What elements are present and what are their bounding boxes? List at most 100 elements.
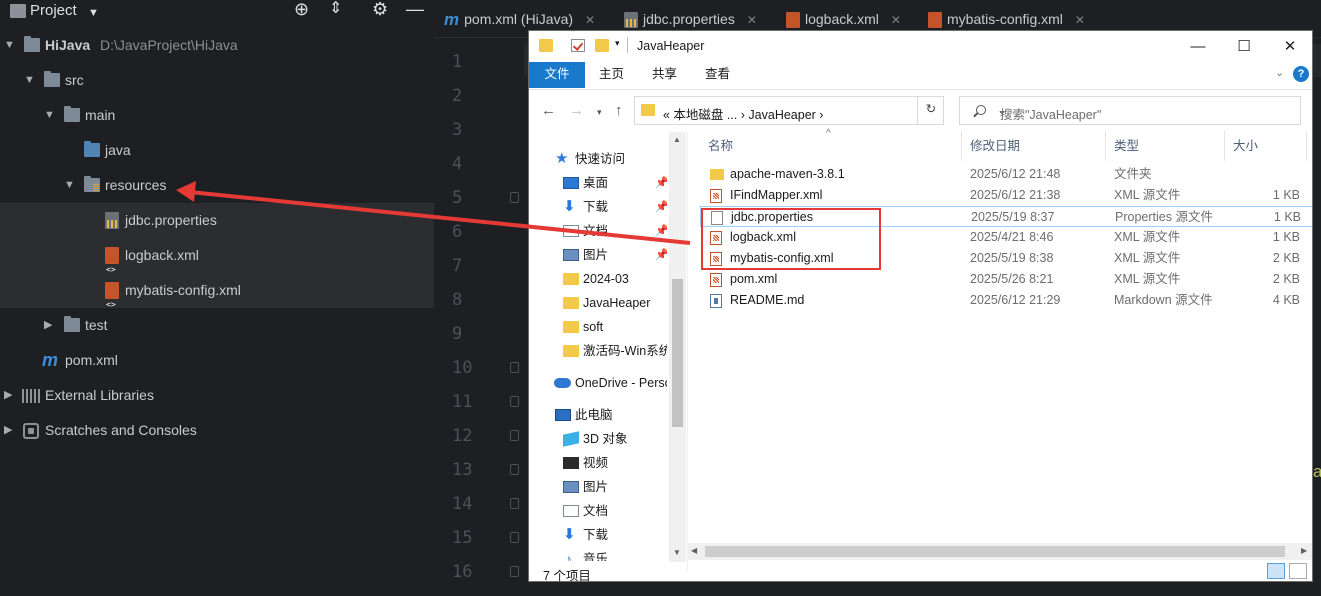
tree-item-mybatis-config-xml[interactable]: mybatis-config.xml	[0, 273, 434, 322]
nav-item-desktop[interactable]: 桌面 📌	[529, 171, 667, 195]
gear-icon[interactable]: ⚙	[372, 0, 388, 18]
pin-icon[interactable]: 📌	[655, 243, 667, 267]
horizontal-scroll-thumb[interactable]	[705, 546, 1285, 557]
search-box[interactable]: 搜索"JavaHeaper"	[959, 96, 1301, 125]
forward-arrow-icon[interactable]: →	[569, 102, 584, 119]
pin-icon[interactable]: 📌	[655, 171, 667, 195]
file-row[interactable]: mybatis-config.xml 2025/5/19 8:38 XML 源文…	[700, 248, 1312, 269]
close-icon[interactable]: ✕	[891, 13, 901, 27]
refresh-icon[interactable]: ↻	[917, 96, 944, 125]
nav-item-quick-access[interactable]: ★ 快速访问	[529, 147, 667, 171]
chevron-down-icon[interactable]: ▼	[24, 63, 36, 98]
properties-icon[interactable]	[571, 39, 585, 52]
column-header-name[interactable]: 名称	[700, 131, 962, 161]
file-row[interactable]: apache-maven-3.8.1 2025/6/12 21:48 文件夹	[700, 164, 1312, 185]
collapse-all-icon[interactable]: ⇕	[329, 0, 342, 18]
file-row[interactable]: logback.xml 2025/4/21 8:46 XML 源文件 1 KB	[700, 227, 1312, 248]
maximize-button[interactable]: ☐	[1221, 31, 1267, 62]
file-row[interactable]: IFindMapper.xml 2025/6/12 21:38 XML 源文件 …	[700, 185, 1312, 206]
horizontal-scrollbar[interactable]: ◀ ▶	[687, 543, 1312, 560]
close-icon[interactable]: ✕	[747, 13, 757, 27]
chevron-down-icon[interactable]: ▼	[64, 168, 76, 203]
nav-item-3d-objects[interactable]: 3D 对象	[529, 427, 667, 451]
fold-marker-icon[interactable]	[510, 430, 519, 441]
nav-item-onedrive[interactable]: OneDrive - Perso	[529, 371, 667, 395]
tab-share[interactable]: 共享	[638, 62, 691, 88]
tree-item-pom-xml[interactable]: m pom.xml	[0, 343, 434, 378]
scroll-left-icon[interactable]: ◀	[691, 546, 697, 555]
fold-marker-icon[interactable]	[510, 566, 519, 577]
nav-item-videos[interactable]: 视频	[529, 451, 667, 475]
chevron-down-icon[interactable]: ▼	[88, 4, 99, 22]
chevron-right-icon[interactable]: ▶	[4, 378, 16, 413]
fold-marker-icon[interactable]	[510, 498, 519, 509]
back-arrow-icon[interactable]: ←	[541, 102, 556, 119]
nav-item-this-pc[interactable]: 此电脑	[529, 403, 667, 427]
nav-item-documents-pc[interactable]: 文档	[529, 499, 667, 523]
nav-item-soft[interactable]: soft	[529, 315, 667, 339]
tree-item-logback-xml[interactable]: logback.xml	[0, 238, 434, 287]
nav-item-pictures[interactable]: 图片 📌	[529, 243, 667, 267]
nav-item-2024-03[interactable]: 2024-03	[529, 267, 667, 291]
search-input[interactable]: 搜索"JavaHeaper"	[1000, 104, 1101, 123]
large-icons-view-icon[interactable]	[1289, 563, 1307, 579]
navigation-scroll-thumb[interactable]	[672, 279, 683, 427]
tab-file[interactable]: 文件	[529, 62, 585, 88]
fold-marker-icon[interactable]	[510, 532, 519, 543]
column-header-type[interactable]: 类型	[1106, 131, 1225, 161]
recent-locations-icon[interactable]: ▾	[597, 107, 602, 118]
nav-item-pictures-pc[interactable]: 图片	[529, 475, 667, 499]
fold-marker-icon[interactable]	[510, 362, 519, 373]
nav-item-javaheaper[interactable]: JavaHeaper	[529, 291, 667, 315]
tab-home[interactable]: 主页	[585, 62, 638, 88]
tree-item-java[interactable]: java	[0, 133, 434, 168]
chevron-right-icon[interactable]: ▶	[44, 308, 56, 343]
pin-icon[interactable]: 📌	[655, 219, 667, 243]
tree-item-scratches[interactable]: ▶ Scratches and Consoles	[0, 413, 434, 448]
locate-icon[interactable]: ⊕	[294, 0, 309, 18]
close-icon[interactable]: ✕	[1075, 13, 1085, 27]
minimize-button[interactable]: —	[1175, 31, 1221, 62]
fold-marker-icon[interactable]	[510, 396, 519, 407]
tree-item-test[interactable]: ▶ test	[0, 308, 434, 343]
close-button[interactable]: ✕	[1267, 31, 1312, 62]
tree-item-jdbc-properties[interactable]: jdbc.properties	[0, 203, 434, 238]
chevron-down-icon[interactable]: ▾	[615, 38, 620, 49]
nav-item-music[interactable]: ♪ 音乐	[529, 547, 667, 561]
nav-item-downloads[interactable]: ⬇ 下载 📌	[529, 195, 667, 219]
xml-file-icon	[710, 273, 722, 287]
pin-icon[interactable]: 📌	[655, 195, 667, 219]
tree-item-external-libraries[interactable]: ▶ External Libraries	[0, 378, 434, 413]
project-panel-title[interactable]: Project	[30, 2, 77, 20]
chevron-right-icon[interactable]: ▶	[4, 413, 16, 448]
close-icon[interactable]: ✕	[585, 13, 595, 27]
up-arrow-icon[interactable]: ↑	[615, 102, 623, 119]
tree-item-resources[interactable]: ▼ resources	[0, 168, 434, 203]
tree-item-src[interactable]: ▼ src	[0, 63, 434, 98]
fold-marker-icon[interactable]	[510, 464, 519, 475]
details-view-icon[interactable]	[1267, 563, 1285, 579]
chevron-down-icon[interactable]: ▼	[44, 98, 56, 133]
file-row[interactable]: pom.xml 2025/5/26 8:21 XML 源文件 2 KB	[700, 269, 1312, 290]
scroll-up-icon[interactable]: ▲	[673, 135, 681, 144]
nav-item-downloads-pc[interactable]: ⬇ 下载	[529, 523, 667, 547]
column-header-date[interactable]: 修改日期	[962, 131, 1106, 161]
file-row[interactable]: jdbc.properties 2025/5/19 8:37 Propertie…	[700, 206, 1312, 227]
tree-item-hijava[interactable]: ▼ HiJava D:\JavaProject\HiJava	[0, 28, 434, 63]
nav-item-documents[interactable]: 文档 📌	[529, 219, 667, 243]
nav-item-activation-codes[interactable]: 激活码-Win系统	[529, 339, 667, 363]
address-path[interactable]: « 本地磁盘 ... › JavaHeaper ›	[663, 104, 823, 123]
new-folder-icon[interactable]	[595, 39, 609, 52]
minimize-icon[interactable]: —	[406, 0, 424, 18]
scroll-right-icon[interactable]: ▶	[1301, 546, 1307, 555]
tree-item-main[interactable]: ▼ main	[0, 98, 434, 133]
chevron-down-icon[interactable]: ▼	[4, 28, 16, 63]
file-row[interactable]: README.md 2025/6/12 21:29 Markdown 源文件 4…	[700, 290, 1312, 311]
column-header-size[interactable]: 大小	[1225, 131, 1307, 161]
tab-view[interactable]: 查看	[691, 62, 744, 88]
help-icon[interactable]: ?	[1293, 66, 1309, 82]
scroll-down-icon[interactable]: ▼	[673, 548, 681, 557]
ribbon-expand-icon[interactable]: ⌄	[1275, 66, 1284, 79]
fold-marker-icon[interactable]	[510, 192, 519, 203]
address-bar[interactable]: « 本地磁盘 ... › JavaHeaper › ⌄	[634, 96, 1007, 125]
